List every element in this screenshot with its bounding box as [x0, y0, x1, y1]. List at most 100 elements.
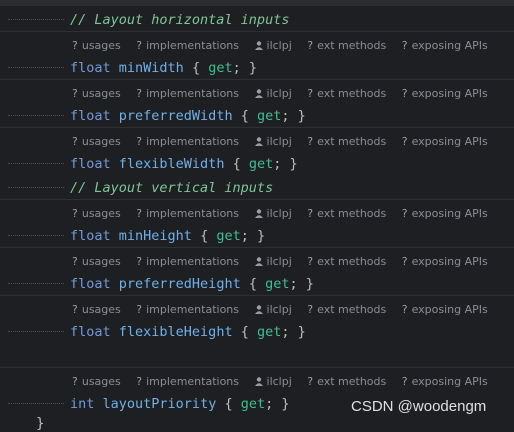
- question-mark-icon: ?: [136, 375, 143, 388]
- line-separator: [0, 79, 514, 80]
- indent-guide: [8, 403, 64, 404]
- code-line-min-height[interactable]: float minHeight { get; }: [0, 224, 514, 248]
- line-separator: [0, 247, 514, 248]
- property-name[interactable]: minWidth: [119, 60, 184, 76]
- property-name[interactable]: layoutPriority: [103, 396, 217, 412]
- implementations-hint[interactable]: ? implementations: [136, 86, 239, 102]
- indent-guide: [8, 283, 64, 284]
- usages-hint[interactable]: ? usages: [72, 38, 121, 54]
- author-hint[interactable]: ilclpj: [254, 254, 292, 270]
- indent-guide: [8, 67, 64, 68]
- implementations-hint[interactable]: ? implementations: [136, 134, 239, 150]
- question-mark-icon: ?: [136, 87, 143, 100]
- code-line-blank[interactable]: [0, 344, 514, 368]
- question-mark-icon: ?: [136, 255, 143, 268]
- person-icon: [254, 89, 263, 98]
- question-mark-icon: ?: [307, 303, 314, 316]
- implementations-hint[interactable]: ? implementations: [136, 374, 239, 390]
- exposing-apis-hint[interactable]: ? exposing APIs: [402, 86, 488, 102]
- inlay-hints-row[interactable]: ? usages ? implementations ilclpj ? ext met…: [0, 250, 514, 274]
- code-line-min-width[interactable]: float minWidth { get; }: [0, 56, 514, 80]
- code-line-comment-vertical[interactable]: // Layout vertical inputs: [0, 176, 514, 200]
- question-mark-icon: ?: [401, 303, 408, 316]
- question-mark-icon: ?: [307, 207, 314, 220]
- code-line-preferred-width[interactable]: float preferredWidth { get; }: [0, 104, 514, 128]
- code-line-flexible-height[interactable]: float flexibleHeight { get; }: [0, 320, 514, 344]
- question-mark-icon: ?: [72, 207, 78, 220]
- ext-methods-hint[interactable]: ? ext methods: [307, 86, 386, 102]
- usages-hint[interactable]: ? usages: [72, 302, 121, 318]
- usages-hint[interactable]: ? usages: [72, 86, 121, 102]
- implementations-hint[interactable]: ? implementations: [136, 206, 239, 222]
- question-mark-icon: ?: [72, 375, 78, 388]
- author-hint[interactable]: ilclpj: [254, 302, 292, 318]
- exposing-apis-hint[interactable]: ? exposing APIs: [402, 134, 488, 150]
- usages-hint[interactable]: ? usages: [72, 254, 121, 270]
- question-mark-icon: ?: [401, 87, 408, 100]
- author-hint[interactable]: ilclpj: [254, 206, 292, 222]
- ext-methods-hint[interactable]: ? ext methods: [307, 374, 386, 390]
- getter: get: [216, 228, 241, 244]
- keyword: float: [70, 276, 111, 292]
- author-hint[interactable]: ilclpj: [254, 38, 292, 54]
- usages-hint[interactable]: ? usages: [72, 206, 121, 222]
- author-hint[interactable]: ilclpj: [254, 86, 292, 102]
- inlay-hints-row[interactable]: ? usages ? implementations ilclpj ? ext met…: [0, 202, 514, 226]
- ext-methods-hint[interactable]: ? ext methods: [307, 206, 386, 222]
- question-mark-icon: ?: [401, 375, 408, 388]
- question-mark-icon: ?: [72, 87, 78, 100]
- exposing-apis-hint[interactable]: ? exposing APIs: [402, 206, 488, 222]
- ext-methods-hint[interactable]: ? ext methods: [307, 38, 386, 54]
- person-icon: [254, 41, 263, 50]
- closing-brace: }: [36, 416, 45, 432]
- question-mark-icon: ?: [401, 135, 408, 148]
- line-separator: [0, 367, 514, 368]
- code-line-comment-horizontal[interactable]: // Layout horizontal inputs: [0, 8, 514, 32]
- usages-hint[interactable]: ? usages: [72, 374, 121, 390]
- exposing-apis-hint[interactable]: ? exposing APIs: [402, 254, 488, 270]
- line-separator: [0, 295, 514, 296]
- inlay-hints-row[interactable]: ? usages ? implementations ilclpj ? ext met…: [0, 34, 514, 58]
- ext-methods-hint[interactable]: ? ext methods: [307, 302, 386, 318]
- ext-methods-hint[interactable]: ? ext methods: [307, 134, 386, 150]
- question-mark-icon: ?: [72, 255, 78, 268]
- property-name[interactable]: flexibleHeight: [119, 324, 233, 340]
- exposing-apis-hint[interactable]: ? exposing APIs: [402, 302, 488, 318]
- question-mark-icon: ?: [307, 375, 314, 388]
- person-icon: [254, 305, 263, 314]
- code-line-flexible-width[interactable]: float flexibleWidth { get; }: [0, 152, 514, 176]
- property-name[interactable]: minHeight: [119, 228, 192, 244]
- line-separator: [0, 31, 514, 32]
- property-name[interactable]: preferredHeight: [119, 276, 241, 292]
- question-mark-icon: ?: [72, 39, 78, 52]
- exposing-apis-hint[interactable]: ? exposing APIs: [402, 38, 488, 54]
- implementations-hint[interactable]: ? implementations: [136, 38, 239, 54]
- question-mark-icon: ?: [307, 39, 314, 52]
- getter: get: [265, 276, 290, 292]
- line-separator: [0, 199, 514, 200]
- inlay-hints-row[interactable]: ? usages ? implementations ilclpj ? ext met…: [0, 82, 514, 106]
- usages-hint[interactable]: ? usages: [72, 134, 121, 150]
- property-name[interactable]: flexibleWidth: [119, 156, 225, 172]
- implementations-hint[interactable]: ? implementations: [136, 254, 239, 270]
- getter: get: [208, 60, 233, 76]
- property-name[interactable]: preferredWidth: [119, 108, 233, 124]
- question-mark-icon: ?: [307, 135, 314, 148]
- person-icon: [254, 257, 263, 266]
- exposing-apis-hint[interactable]: ? exposing APIs: [402, 374, 488, 390]
- author-hint[interactable]: ilclpj: [254, 134, 292, 150]
- implementations-hint[interactable]: ? implementations: [136, 302, 239, 318]
- person-icon: [254, 209, 263, 218]
- inlay-hints-row[interactable]: ? usages ? implementations ilclpj ? ext met…: [0, 130, 514, 154]
- getter: get: [257, 324, 282, 340]
- person-icon: [254, 377, 263, 386]
- ext-methods-hint[interactable]: ? ext methods: [307, 254, 386, 270]
- code-line-preferred-height[interactable]: float preferredHeight { get; }: [0, 272, 514, 296]
- keyword: int: [70, 396, 95, 412]
- inlay-hints-row[interactable]: ? usages ? implementations ilclpj ? ext met…: [0, 298, 514, 322]
- author-hint[interactable]: ilclpj: [254, 374, 292, 390]
- inlay-hints-row[interactable]: ? usages ? implementations ilclpj ? ext met…: [0, 370, 514, 394]
- question-mark-icon: ?: [401, 207, 408, 220]
- question-mark-icon: ?: [72, 303, 78, 316]
- person-icon: [254, 137, 263, 146]
